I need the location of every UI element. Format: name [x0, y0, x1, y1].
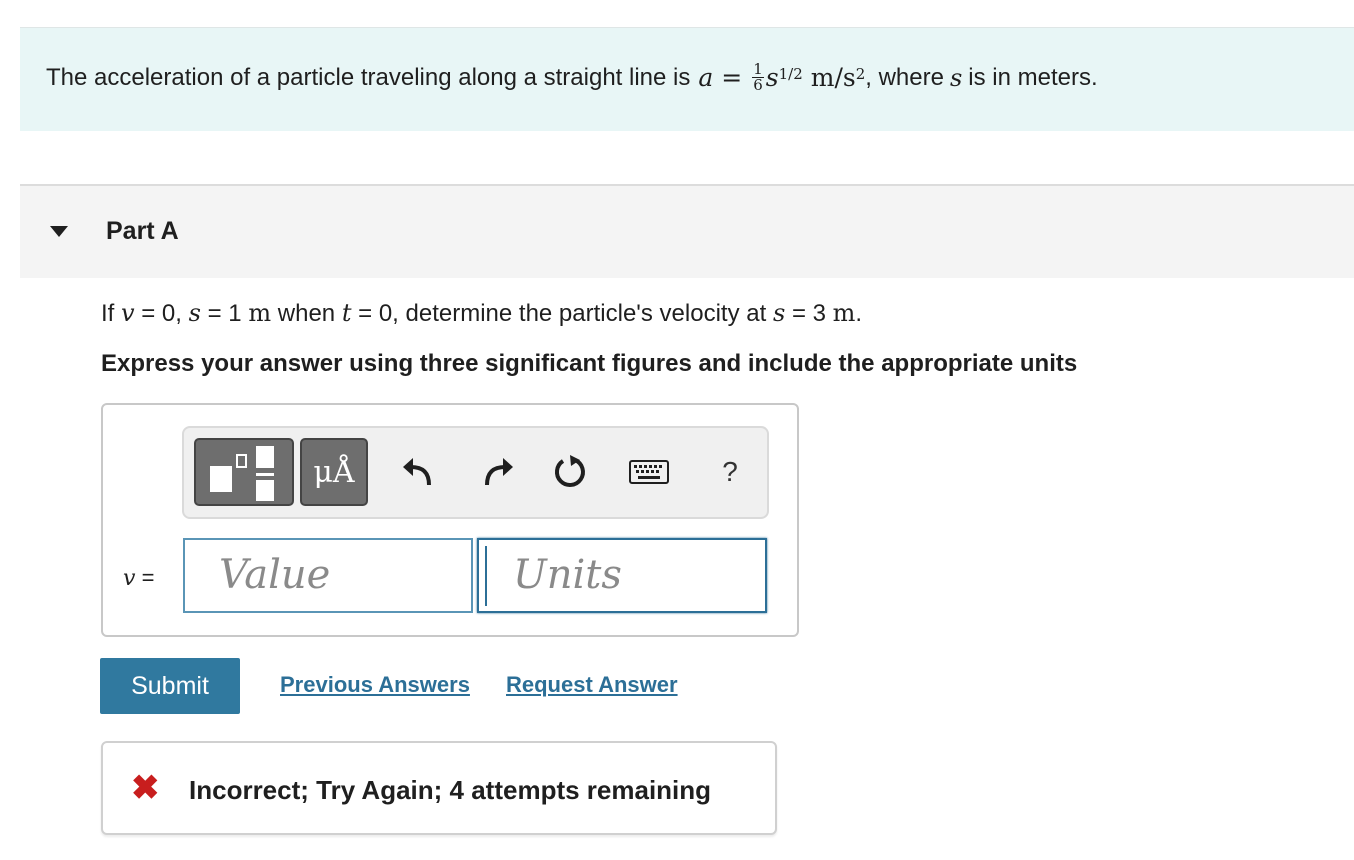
- q-s2: s: [772, 299, 786, 327]
- q-eq3: = 3: [791, 300, 826, 327]
- question-text: If v = 0, s = 1 m when t = 0, determine …: [101, 299, 862, 328]
- submit-button[interactable]: Submit: [100, 658, 240, 714]
- previous-answers-link[interactable]: Previous Answers: [280, 672, 470, 698]
- eq-fraction: 1 6: [752, 62, 764, 93]
- symbols-button[interactable]: μÅ: [300, 438, 368, 506]
- problem-after-var: s: [949, 63, 963, 92]
- problem-text-before: The acceleration of a particle traveling…: [46, 63, 691, 91]
- q-t: t: [341, 299, 352, 327]
- incorrect-x-icon: ✖: [131, 769, 160, 807]
- eq-unit: m/s: [810, 63, 856, 92]
- q-eq0: = 0,: [141, 300, 182, 327]
- q-when: when: [277, 300, 336, 327]
- collapse-caret-icon[interactable]: [50, 226, 68, 237]
- value-input[interactable]: Value: [183, 538, 473, 613]
- eq-exponent: 1/2: [778, 64, 803, 83]
- request-answer-link[interactable]: Request Answer: [506, 672, 678, 698]
- eq-unit-exponent: 2: [855, 64, 866, 83]
- q-m2: m: [832, 299, 856, 327]
- undo-icon[interactable]: [398, 452, 438, 492]
- q-eq2: = 0, determine the particle's velocity a…: [358, 300, 767, 327]
- q-v: v: [121, 299, 135, 327]
- feedback-text: Incorrect; Try Again; 4 attempts remaini…: [189, 775, 712, 805]
- eq-base: s: [765, 63, 779, 92]
- frac-den: 6: [753, 76, 763, 94]
- eq-var: a: [698, 63, 714, 92]
- q-eq1: = 1: [207, 300, 242, 327]
- q-dot: .: [855, 300, 863, 327]
- answer-box: μÅ ? v = Value Units: [101, 403, 799, 637]
- part-a-header[interactable]: Part A: [20, 184, 1354, 278]
- redo-icon[interactable]: [478, 452, 518, 492]
- reset-icon[interactable]: [550, 452, 590, 492]
- eq-equals: =: [721, 63, 743, 92]
- problem-text-after: , where: [865, 63, 944, 91]
- feedback-panel: ✖ Incorrect; Try Again; 4 attempts remai…: [101, 741, 777, 835]
- problem-statement: The acceleration of a particle traveling…: [20, 27, 1354, 131]
- q-m1: m: [248, 299, 272, 327]
- answer-var: v: [123, 566, 136, 591]
- templates-button[interactable]: [194, 438, 294, 506]
- q-if: If: [101, 300, 115, 327]
- answer-equals: =: [141, 565, 155, 590]
- problem-text-end: is in meters.: [968, 63, 1098, 91]
- q-s: s: [188, 299, 201, 327]
- part-title: Part A: [106, 217, 179, 245]
- instruction-text: Express your answer using three signific…: [101, 350, 1078, 377]
- problem-text: The acceleration of a particle traveling…: [46, 62, 1098, 93]
- math-toolbar: μÅ ?: [182, 426, 769, 519]
- help-icon[interactable]: ?: [710, 452, 750, 492]
- units-input[interactable]: Units: [477, 538, 767, 613]
- keyboard-icon[interactable]: [624, 452, 674, 492]
- answer-var-label: v =: [123, 565, 154, 591]
- acceleration-equation: a = 1 6 s 1/2 m/s 2: [698, 62, 865, 93]
